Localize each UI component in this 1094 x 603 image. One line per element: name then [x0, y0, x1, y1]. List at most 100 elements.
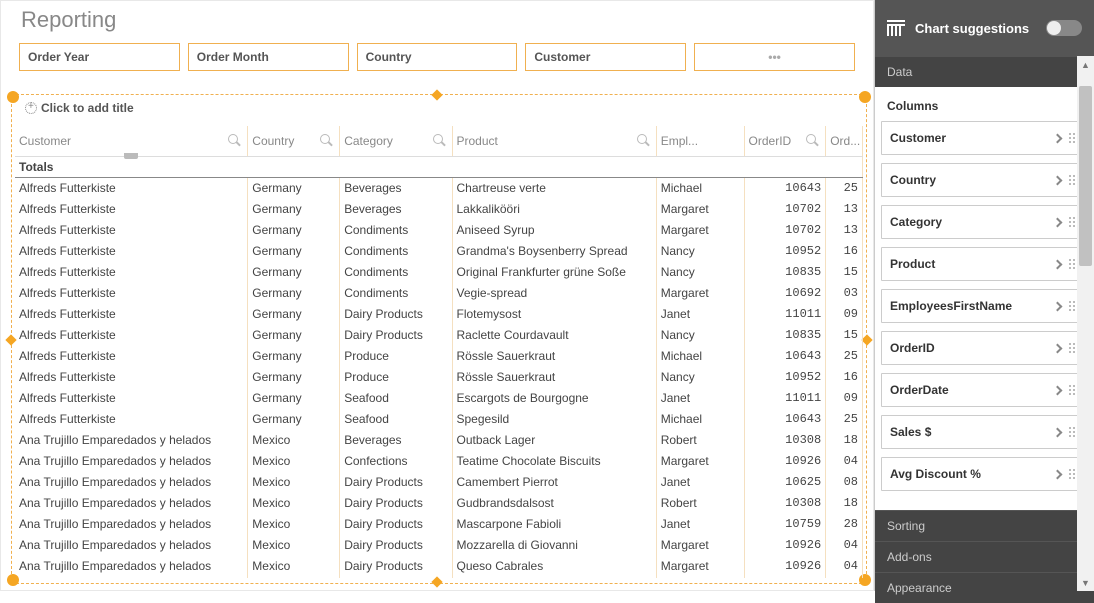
- sort-handle[interactable]: [124, 153, 138, 159]
- chevron-right-icon[interactable]: [1053, 343, 1063, 353]
- table-row[interactable]: Ana Trujillo Emparedados y heladosMexico…: [15, 513, 863, 534]
- plus-icon: [25, 102, 37, 114]
- table-row[interactable]: Alfreds FutterkisteGermanyCondimentsVegi…: [15, 282, 863, 303]
- cell-country: Germany: [248, 324, 340, 345]
- column-pill-customer[interactable]: Customer: [881, 121, 1088, 155]
- column-pill-orderid[interactable]: OrderID: [881, 331, 1088, 365]
- cell-orderid: 10643: [744, 408, 826, 429]
- chevron-right-icon[interactable]: [1053, 385, 1063, 395]
- cell-orderid: 10835: [744, 324, 826, 345]
- cell-orderid: 10702: [744, 219, 826, 240]
- col-header-category[interactable]: Category: [340, 126, 452, 156]
- panel-section-sorting[interactable]: Sorting: [875, 510, 1094, 541]
- table-row[interactable]: Alfreds FutterkisteGermanyDairy Products…: [15, 303, 863, 324]
- cell-country: Mexico: [248, 471, 340, 492]
- overflow-dots: •••: [768, 50, 781, 64]
- cell-product: Gudbrandsdalsost: [452, 492, 656, 513]
- pill-label: Category: [890, 215, 1054, 229]
- table-row[interactable]: Alfreds FutterkisteGermanyProduceRössle …: [15, 366, 863, 387]
- column-pill-employeesfirstname[interactable]: EmployeesFirstName: [881, 289, 1088, 323]
- col-header-customer[interactable]: Customer: [15, 126, 248, 156]
- search-icon[interactable]: [433, 134, 446, 147]
- widget-title-input[interactable]: Click to add title: [25, 101, 134, 115]
- col-header-product[interactable]: Product: [452, 126, 656, 156]
- chart-suggestions-toggle[interactable]: [1046, 20, 1082, 36]
- data-grid[interactable]: Customer Country Category Product Empl..…: [15, 126, 863, 578]
- table-row[interactable]: Ana Trujillo Emparedados y heladosMexico…: [15, 492, 863, 513]
- table-row[interactable]: Alfreds FutterkisteGermanySeafoodSpegesi…: [15, 408, 863, 429]
- cell-orderid: 11011: [744, 303, 826, 324]
- col-header-orderdate[interactable]: Ord...: [826, 126, 863, 156]
- chevron-right-icon[interactable]: [1053, 259, 1063, 269]
- panel-section-addons[interactable]: Add-ons: [875, 541, 1094, 572]
- search-icon[interactable]: [806, 134, 819, 147]
- cell-category: Grains/Cereals: [340, 576, 452, 578]
- table-row[interactable]: Alfreds FutterkisteGermanyBeveragesChart…: [15, 177, 863, 198]
- filter-label: Country: [366, 50, 412, 64]
- cell-customer: Alfreds Futterkiste: [15, 219, 248, 240]
- filter-order-year[interactable]: Order Year: [19, 43, 180, 71]
- filter-order-month[interactable]: Order Month: [188, 43, 349, 71]
- table-row[interactable]: Alfreds FutterkisteGermanySeafoodEscargo…: [15, 387, 863, 408]
- col-header-country[interactable]: Country: [248, 126, 340, 156]
- cell-employee: Janet: [656, 471, 744, 492]
- chevron-right-icon[interactable]: [1053, 133, 1063, 143]
- search-icon[interactable]: [637, 134, 650, 147]
- cell-employee: Robert: [656, 429, 744, 450]
- col-header-label: OrderID: [749, 134, 792, 148]
- search-icon[interactable]: [320, 134, 333, 147]
- cell-customer: Ana Trujillo Emparedados y helados: [15, 513, 248, 534]
- cell-orderid: 10926: [744, 450, 826, 471]
- table-row[interactable]: Alfreds FutterkisteGermanyCondimentsOrig…: [15, 261, 863, 282]
- column-pill-orderdate[interactable]: OrderDate: [881, 373, 1088, 407]
- filter-customer[interactable]: Customer: [525, 43, 686, 71]
- table-row[interactable]: Alfreds FutterkisteGermanyCondimentsGran…: [15, 240, 863, 261]
- table-row[interactable]: Ana Trujillo Emparedados y heladosMexico…: [15, 429, 863, 450]
- table-row[interactable]: Alfreds FutterkisteGermanyCondimentsAnis…: [15, 219, 863, 240]
- column-pill-avg-discount-[interactable]: Avg Discount %: [881, 457, 1088, 491]
- column-pill-sales-[interactable]: Sales $: [881, 415, 1088, 449]
- chevron-right-icon[interactable]: [1053, 175, 1063, 185]
- table-row[interactable]: Alfreds FutterkisteGermanyDairy Products…: [15, 324, 863, 345]
- col-header-employee[interactable]: Empl...: [656, 126, 744, 156]
- panel-section-data[interactable]: Data: [875, 56, 1094, 87]
- panel-body: Columns CustomerCountryCategoryProductEm…: [875, 87, 1094, 510]
- column-pill-category[interactable]: Category: [881, 205, 1088, 239]
- cell-customer: Alfreds Futterkiste: [15, 282, 248, 303]
- cell-product: Singaporean Hokkien Fried Mee: [452, 576, 656, 578]
- cell-orderid: 10643: [744, 345, 826, 366]
- chevron-right-icon[interactable]: [1053, 469, 1063, 479]
- cell-product: Lakkalikööri: [452, 198, 656, 219]
- scroll-down-icon[interactable]: ▼: [1077, 574, 1094, 591]
- cell-orderdate: 04: [826, 534, 863, 555]
- pill-label: Customer: [890, 131, 1054, 145]
- cell-orderdate: 04: [826, 450, 863, 471]
- table-row[interactable]: Ana Trujillo Emparedados y heladosMexico…: [15, 471, 863, 492]
- panel-section-appearance[interactable]: Appearance: [875, 572, 1094, 603]
- table-row[interactable]: Ana Trujillo Emparedados y heladosMexico…: [15, 450, 863, 471]
- search-icon[interactable]: [228, 134, 241, 147]
- col-header-orderid[interactable]: OrderID: [744, 126, 826, 156]
- chevron-right-icon[interactable]: [1053, 217, 1063, 227]
- pill-label: Country: [890, 173, 1054, 187]
- column-pill-product[interactable]: Product: [881, 247, 1088, 281]
- table-row[interactable]: Ana Trujillo Emparedados y heladosMexico…: [15, 576, 863, 578]
- cell-orderdate: 08: [826, 471, 863, 492]
- resize-handle-top-right[interactable]: [859, 91, 871, 103]
- scroll-up-icon[interactable]: ▲: [1077, 56, 1094, 73]
- filter-overflow[interactable]: •••: [694, 43, 855, 71]
- resize-handle-top-left[interactable]: [7, 91, 19, 103]
- scroll-thumb[interactable]: [1079, 86, 1092, 266]
- column-pill-country[interactable]: Country: [881, 163, 1088, 197]
- table-row[interactable]: Ana Trujillo Emparedados y heladosMexico…: [15, 534, 863, 555]
- cell-product: Outback Lager: [452, 429, 656, 450]
- cell-employee: Michael: [656, 177, 744, 198]
- chevron-right-icon[interactable]: [1053, 301, 1063, 311]
- chevron-right-icon[interactable]: [1053, 427, 1063, 437]
- table-row[interactable]: Alfreds FutterkisteGermanyProduceRössle …: [15, 345, 863, 366]
- table-row[interactable]: Ana Trujillo Emparedados y heladosMexico…: [15, 555, 863, 576]
- cell-orderdate: 09: [826, 387, 863, 408]
- side-scrollbar[interactable]: ▲ ▼: [1077, 56, 1094, 591]
- filter-country[interactable]: Country: [357, 43, 518, 71]
- table-row[interactable]: Alfreds FutterkisteGermanyBeveragesLakka…: [15, 198, 863, 219]
